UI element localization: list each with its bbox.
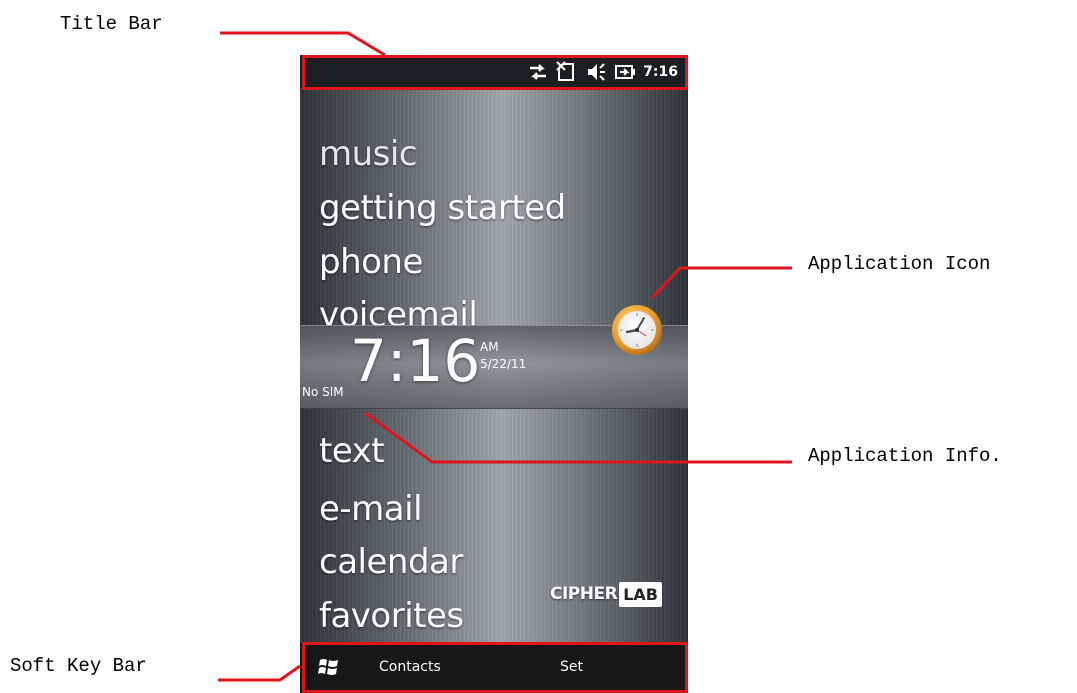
battery-charging-icon[interactable] xyxy=(614,62,636,82)
softkey-set[interactable]: Set xyxy=(560,659,583,675)
menu-item-getting-started[interactable]: getting started xyxy=(319,191,566,225)
menu-item-text[interactable]: text xyxy=(319,434,385,468)
windows-flag-icon[interactable] xyxy=(317,655,341,679)
data-connection-icon[interactable] xyxy=(527,62,549,82)
menu-item-favorites[interactable]: favorites xyxy=(319,599,464,633)
menu-item-phone[interactable]: phone xyxy=(319,245,423,279)
soft-key-bar: Contacts Set xyxy=(300,643,688,693)
sound-muted-icon[interactable] xyxy=(585,61,607,83)
menu-item-calendar[interactable]: calendar xyxy=(319,545,463,579)
callout-soft-key-bar: Soft Key Bar xyxy=(10,655,147,677)
callout-application-icon: Application Icon xyxy=(808,253,991,275)
callout-title-bar: Title Bar xyxy=(60,13,163,35)
menu-item-music[interactable]: music xyxy=(319,137,418,171)
status-icons: 7:16 xyxy=(527,55,678,88)
cipherlab-logo: CIPHER LAB xyxy=(550,579,662,609)
no-sim-icon[interactable] xyxy=(556,60,578,83)
soft-key-bar-callout-line xyxy=(218,664,301,682)
status-clock[interactable]: 7:16 xyxy=(643,64,678,80)
phone-screen: 7:16 music getting started phone voicema… xyxy=(300,55,688,693)
clock-date: 5/22/11 xyxy=(480,357,527,371)
clock-time: 7:16 xyxy=(350,327,481,395)
annotated-screenshot: Title Bar Soft Key Bar Application Icon … xyxy=(0,0,1077,693)
menu-item-e-mail[interactable]: e-mail xyxy=(319,492,423,526)
title-bar-callout-line xyxy=(220,31,386,57)
sim-status: No SIM xyxy=(302,385,344,399)
callout-application-info: Application Info. xyxy=(808,445,1002,467)
title-bar: 7:16 xyxy=(300,55,688,88)
softkey-contacts[interactable]: Contacts xyxy=(379,659,441,675)
brand-text-lab: LAB xyxy=(619,581,662,607)
clock-app-icon[interactable] xyxy=(610,303,664,357)
brand-text-cipher: CIPHER xyxy=(550,584,618,604)
clock-ampm: AM xyxy=(480,340,499,354)
